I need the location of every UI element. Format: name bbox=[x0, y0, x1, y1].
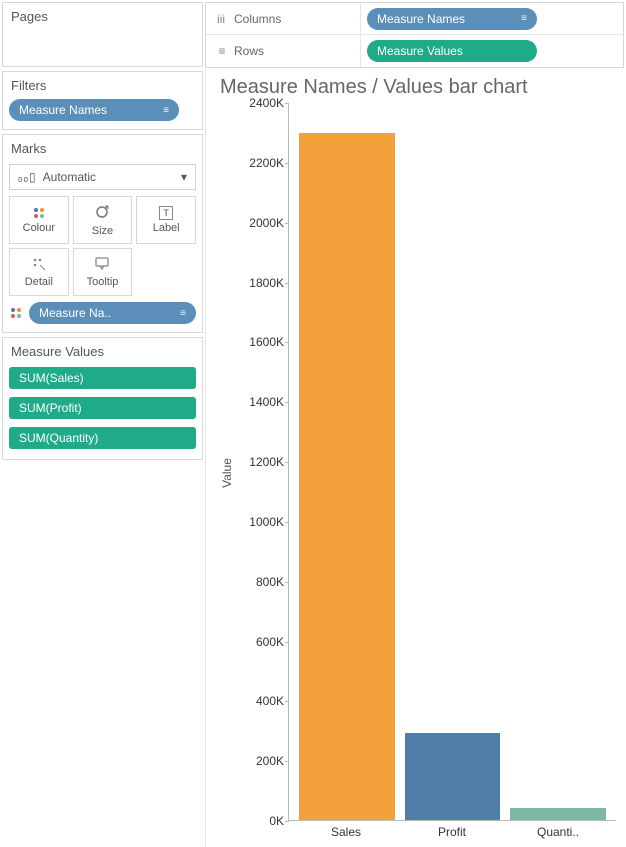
sort-icon: ≡ bbox=[163, 105, 169, 116]
colour-encoding-pill[interactable]: Measure Na.. ≡ bbox=[29, 302, 196, 324]
rows-pill-label: Measure Values bbox=[377, 44, 527, 58]
chevron-down-icon: ▾ bbox=[181, 170, 187, 184]
y-tick-label: 2400K bbox=[249, 96, 284, 110]
marks-tooltip-label: Tooltip bbox=[87, 276, 119, 288]
marks-detail-button[interactable]: Detail bbox=[9, 248, 69, 296]
y-tick-label: 1800K bbox=[249, 276, 284, 290]
columns-pill[interactable]: Measure Names ≡ bbox=[367, 8, 537, 30]
mark-type-value: Automatic bbox=[43, 170, 96, 184]
y-tick-label: 1400K bbox=[249, 395, 284, 409]
measure-values-shelf[interactable]: Measure Values SUM(Sales) SUM(Profit) SUM(… bbox=[2, 337, 203, 460]
marks-label-button[interactable]: T Label bbox=[136, 196, 196, 244]
columns-shelf[interactable]: iii Columns Measure Names ≡ bbox=[206, 3, 623, 35]
marks-colour-button[interactable]: Colour bbox=[9, 196, 69, 244]
colour-encoding-label: Measure Na.. bbox=[39, 306, 174, 320]
pages-shelf[interactable]: Pages bbox=[2, 2, 203, 67]
colour-encoding-icon bbox=[9, 306, 23, 320]
y-tick-label: 0K bbox=[269, 814, 284, 828]
sort-icon: ≡ bbox=[521, 13, 527, 24]
y-tick-label: 1000K bbox=[249, 515, 284, 529]
filters-shelf[interactable]: Filters Measure Names ≡ bbox=[2, 71, 203, 130]
columns-pill-label: Measure Names bbox=[377, 12, 515, 26]
mark-type-dropdown[interactable]: ₒₒ▯ Automatic ▾ bbox=[9, 164, 196, 190]
label-icon: T bbox=[159, 206, 173, 220]
y-tick-label: 1600K bbox=[249, 335, 284, 349]
measure-value-pill[interactable]: SUM(Quantity) bbox=[9, 427, 196, 449]
marks-tooltip-button[interactable]: Tooltip bbox=[73, 248, 133, 296]
y-tick-label: 1200K bbox=[249, 455, 284, 469]
filter-pill-label: Measure Names bbox=[19, 103, 157, 117]
columns-icon: iii bbox=[214, 12, 228, 26]
marks-label: Marks bbox=[3, 135, 202, 158]
pages-label: Pages bbox=[3, 3, 202, 26]
x-tick-label: Sales bbox=[298, 825, 394, 843]
bar[interactable] bbox=[299, 133, 395, 820]
bar-icon: ₒₒ▯ bbox=[18, 170, 37, 184]
rows-pill[interactable]: Measure Values bbox=[367, 40, 537, 62]
filters-label: Filters bbox=[3, 72, 202, 95]
bar[interactable] bbox=[510, 808, 606, 820]
detail-icon bbox=[32, 257, 46, 274]
colour-icon bbox=[32, 206, 46, 220]
bar[interactable] bbox=[405, 733, 501, 820]
marks-detail-label: Detail bbox=[25, 276, 53, 288]
y-tick-label: 800K bbox=[256, 575, 284, 589]
rows-shelf[interactable]: ≡ Rows Measure Values bbox=[206, 35, 623, 67]
x-tick-label: Quanti.. bbox=[510, 825, 606, 843]
y-tick-label: 2200K bbox=[249, 156, 284, 170]
size-icon bbox=[94, 204, 110, 223]
y-tick-label: 600K bbox=[256, 635, 284, 649]
y-axis-label: Value bbox=[220, 458, 234, 488]
measure-value-pill[interactable]: SUM(Profit) bbox=[9, 397, 196, 419]
marks-label-label: Label bbox=[153, 222, 180, 234]
marks-colour-label: Colour bbox=[23, 222, 55, 234]
x-tick-label: Profit bbox=[404, 825, 500, 843]
columns-label: Columns bbox=[234, 12, 281, 26]
y-tick-label: 200K bbox=[256, 754, 284, 768]
y-tick-label: 2000K bbox=[249, 216, 284, 230]
bar-chart: Value 0K 200K 400K 600K 800K 1000K 1200K 1400K 1… bbox=[216, 103, 616, 843]
marks-size-label: Size bbox=[92, 225, 113, 237]
marks-size-button[interactable]: Size bbox=[73, 196, 133, 244]
measure-value-pill[interactable]: SUM(Sales) bbox=[9, 367, 196, 389]
sort-icon: ≡ bbox=[180, 308, 186, 319]
rows-icon: ≡ bbox=[214, 44, 228, 58]
y-tick-label: 400K bbox=[256, 694, 284, 708]
filter-pill-measure-names[interactable]: Measure Names ≡ bbox=[9, 99, 179, 121]
rows-label: Rows bbox=[234, 44, 264, 58]
marks-card: Marks ₒₒ▯ Automatic ▾ Colour bbox=[2, 134, 203, 333]
measure-values-label: Measure Values bbox=[3, 338, 202, 361]
tooltip-icon bbox=[95, 257, 109, 274]
